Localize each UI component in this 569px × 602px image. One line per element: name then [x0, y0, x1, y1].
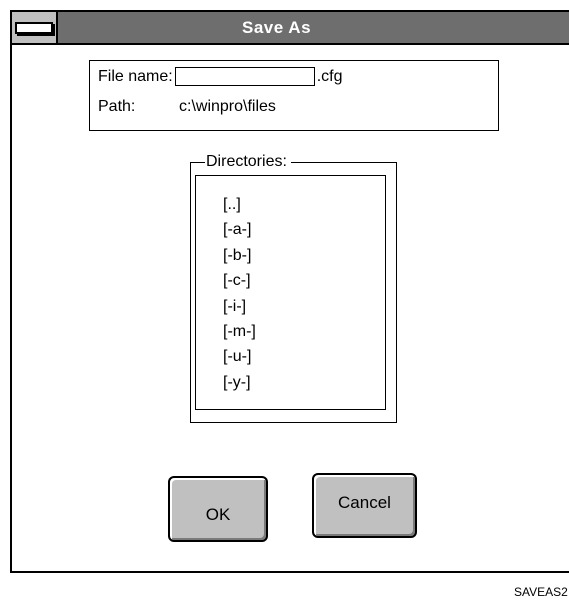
directory-item[interactable]: [-m-]: [223, 319, 385, 344]
path-label: Path:: [98, 98, 136, 115]
title-bar[interactable]: Save As: [12, 12, 569, 45]
file-name-label: File name:: [98, 68, 173, 85]
path-value: c:\winpro\files: [179, 98, 276, 115]
file-name-row: File name: .cfg: [98, 67, 343, 86]
system-menu-button[interactable]: [12, 12, 58, 43]
directories-listbox[interactable]: [..] [-a-] [-b-] [-c-] [-i-] [-m-] [-u-] [-y-]: [195, 175, 386, 410]
path-row: Path: c:\winpro\files: [98, 98, 276, 116]
figure-caption: SAVEAS2: [514, 585, 568, 599]
file-name-input[interactable]: [174, 67, 315, 86]
directory-item[interactable]: [-y-]: [223, 370, 385, 395]
directories-group: Directories: [..] [-a-] [-b-] [-c-] [-i-] [-m…: [190, 153, 397, 423]
directory-item[interactable]: [-i-]: [223, 294, 385, 319]
dialog-title: Save As: [242, 18, 312, 37]
directory-item[interactable]: [-u-]: [223, 344, 385, 369]
cancel-button[interactable]: Cancel: [313, 474, 416, 537]
directory-item[interactable]: [-b-]: [223, 243, 385, 268]
directories-label: Directories:: [205, 153, 291, 171]
save-as-dialog: Save As File name: .cfg Path: c:\winpro\fi…: [10, 10, 569, 573]
file-info-panel: File name: .cfg Path: c:\winpro\files: [89, 60, 499, 131]
system-menu-icon: [15, 22, 53, 34]
file-extension: .cfg: [316, 68, 343, 85]
directory-item[interactable]: [..]: [223, 192, 385, 217]
ok-button[interactable]: OK: [169, 477, 267, 541]
directory-item[interactable]: [-c-]: [223, 268, 385, 293]
directory-item[interactable]: [-a-]: [223, 217, 385, 242]
